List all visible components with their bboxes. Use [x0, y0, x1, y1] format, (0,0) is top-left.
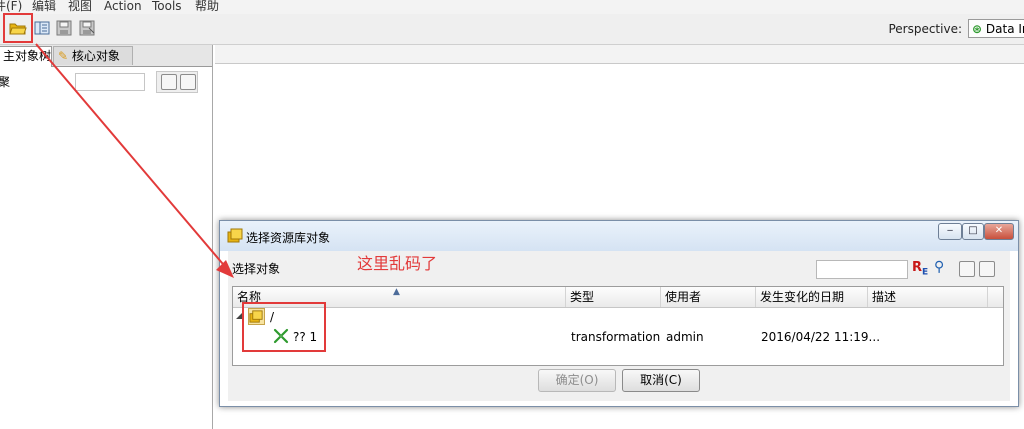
column-user[interactable]: 使用者	[661, 287, 756, 307]
expand-all-icon[interactable]	[161, 74, 177, 90]
column-type[interactable]: 类型	[566, 287, 661, 307]
left-button-group	[156, 71, 198, 93]
explore-icon[interactable]	[33, 19, 51, 37]
tree-root-row[interactable]: ◢ /	[233, 307, 1003, 327]
dialog-search-input[interactable]	[816, 260, 908, 279]
column-user-label: 使用者	[665, 290, 702, 304]
table-row[interactable]: ?? 1 transformation admin 2016/04/22 11:…	[233, 327, 1003, 347]
collapse-all-icon[interactable]	[979, 261, 995, 277]
ok-button[interactable]: 确定(O)	[538, 369, 616, 392]
repository-table: 名称 ▲ 类型 使用者 发生变化的日期 描述 ◢ / ?? 1 transfor…	[232, 286, 1004, 366]
save-icon[interactable]	[55, 19, 73, 37]
left-search-input[interactable]	[75, 73, 145, 91]
pencil-icon: ✎	[58, 49, 69, 63]
data-integration-icon: ⊛	[972, 22, 983, 36]
row-type: transformation	[571, 330, 661, 344]
column-description[interactable]: 描述	[868, 287, 988, 307]
dialog-body: 选择对象 RE ⚲ 名称 ▲ 类型 使用者 发生变化的日期 描述 ◢ / ?? …	[228, 251, 1010, 401]
expand-all-icon[interactable]	[959, 261, 975, 277]
annotation-box-tree	[242, 302, 326, 352]
collapse-all-icon[interactable]	[180, 74, 196, 90]
minimize-button[interactable]: ‒	[938, 223, 962, 240]
table-header: 名称 ▲ 类型 使用者 发生变化的日期 描述	[233, 287, 1003, 308]
perspective-value: Data In	[985, 22, 1024, 36]
regex-icon[interactable]: RE	[912, 260, 928, 278]
menu-bar: 件(F) 编辑 视图 Action Tools 帮助	[0, 0, 1024, 14]
menu-action[interactable]: Action	[104, 0, 142, 13]
dialog-title: 选择资源库对象	[246, 231, 331, 245]
cancel-button[interactable]: 取消(C)	[622, 369, 700, 392]
search-icon[interactable]: ⚲	[934, 259, 944, 275]
left-panel: 主对象树 ✎ 核心对象 聚	[0, 45, 213, 429]
sort-ascending-icon: ▲	[393, 287, 400, 297]
editor-tab-area	[215, 45, 1024, 64]
column-type-label: 类型	[570, 290, 595, 304]
perspective-button[interactable]: ⊛ Data In	[968, 19, 1024, 38]
tab-label: 核心对象	[71, 49, 120, 63]
left-row-label: 聚	[0, 75, 11, 89]
row-date: 2016/04/22 11:19...	[761, 330, 881, 344]
column-description-label: 描述	[872, 290, 897, 304]
menu-file[interactable]: 件(F)	[0, 0, 22, 13]
tab-main-object-tree[interactable]: 主对象树	[0, 46, 52, 67]
repository-icon	[227, 228, 243, 247]
menu-edit[interactable]: 编辑	[32, 0, 56, 13]
column-date-label: 发生变化的日期	[760, 290, 845, 304]
left-tabstrip: 主对象树 ✎ 核心对象	[0, 45, 212, 67]
tab-label: 主对象树	[3, 49, 52, 63]
close-button[interactable]: ✕	[984, 223, 1014, 240]
menu-help[interactable]: 帮助	[195, 0, 219, 13]
perspective-label: Perspective:	[888, 22, 962, 36]
menu-tools[interactable]: Tools	[152, 0, 182, 13]
repository-dialog: 选择资源库对象 ‒ □ ✕ 选择对象 RE ⚲ 名称 ▲ 类型 使用者 发生变化…	[219, 220, 1019, 407]
maximize-button[interactable]: □	[962, 223, 984, 240]
row-user: admin	[666, 330, 704, 344]
save-as-icon[interactable]	[78, 19, 96, 37]
select-object-label: 选择对象	[232, 262, 281, 276]
column-date[interactable]: 发生变化的日期	[756, 287, 868, 307]
menu-view[interactable]: 视图	[68, 0, 92, 13]
tab-core-objects[interactable]: ✎ 核心对象	[53, 46, 133, 65]
dialog-titlebar: 选择资源库对象 ‒ □ ✕	[220, 221, 1018, 251]
annotation-box-toolbar	[3, 13, 33, 43]
toolbar: Perspective: ⊛ Data In	[0, 14, 1024, 45]
annotation-text: 这里乱码了	[357, 254, 438, 273]
